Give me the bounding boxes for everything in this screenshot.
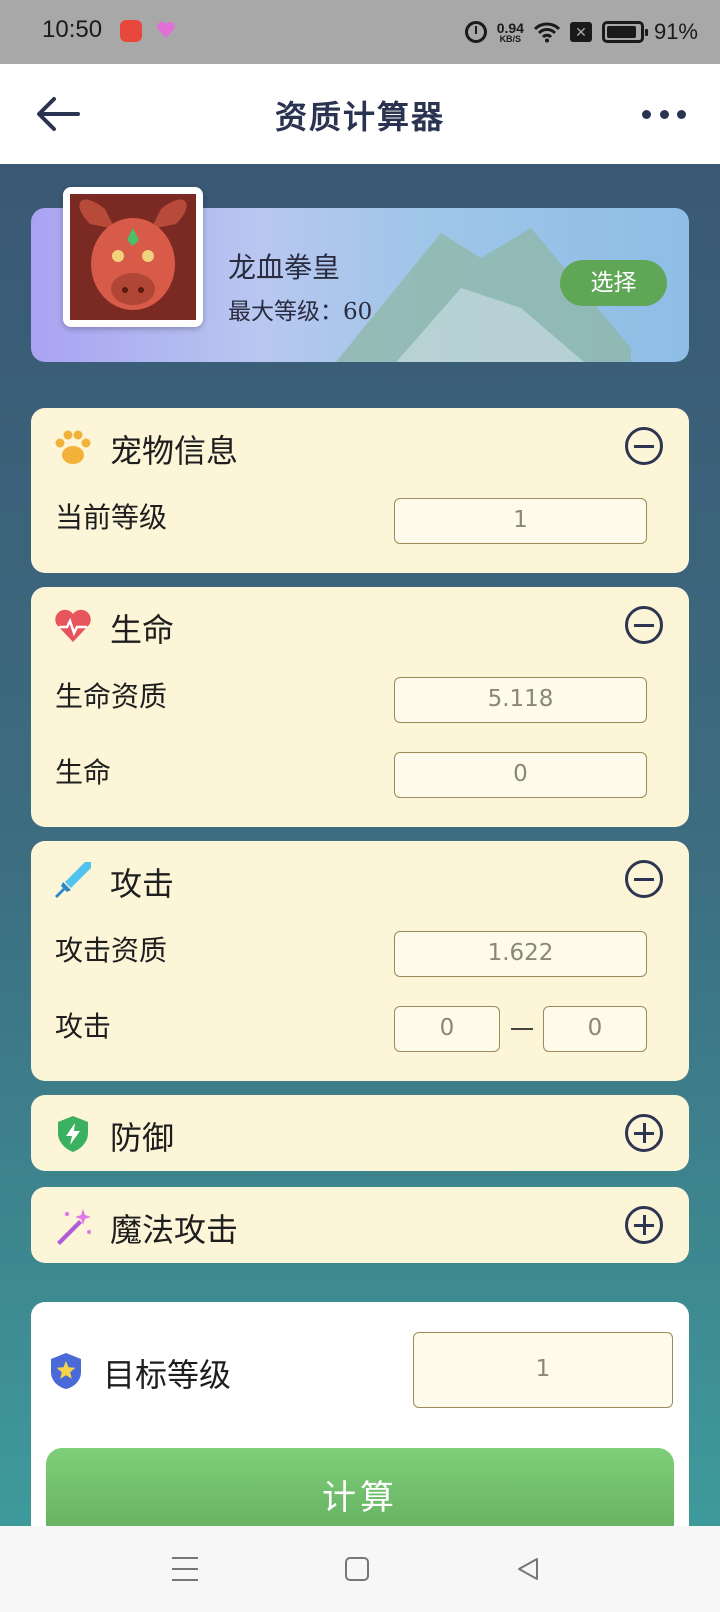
heart-app-icon bbox=[157, 21, 175, 38]
health-section: 生命 生命资质 5.118 生命 0 bbox=[31, 587, 689, 827]
pet-name: 龙血拳皇 bbox=[228, 251, 341, 284]
battery-icon bbox=[601, 21, 648, 43]
pet-info-title: 宠物信息 bbox=[110, 432, 239, 470]
status-time: 10:50 bbox=[42, 16, 103, 43]
defense-section[interactable]: 防御 bbox=[31, 1095, 689, 1171]
attack-title: 攻击 bbox=[110, 865, 175, 903]
health-title: 生命 bbox=[110, 611, 175, 649]
main-content[interactable]: 选择 龙血拳皇 最大等级：60 宠物信息 当前等级 1 生命 生命资质 5.11… bbox=[0, 164, 720, 1526]
app-icon bbox=[120, 20, 142, 42]
attack-section: 攻击 攻击资质 1.622 攻击 0 0 bbox=[31, 841, 689, 1081]
attack-stat-label: 攻击 bbox=[55, 1010, 112, 1043]
collapse-icon[interactable] bbox=[625, 860, 663, 898]
attack-max-input[interactable]: 0 bbox=[543, 1006, 647, 1052]
pet-info-header[interactable]: 宠物信息 bbox=[31, 408, 689, 486]
attack-aptitude-input[interactable]: 1.622 bbox=[394, 931, 647, 977]
attack-min-input[interactable]: 0 bbox=[394, 1006, 500, 1052]
magic-attack-title: 魔法攻击 bbox=[110, 1211, 239, 1249]
page-title: 资质计算器 bbox=[274, 98, 445, 136]
alarm-icon bbox=[464, 21, 487, 43]
net-speed-value: 0.94 bbox=[496, 19, 524, 36]
top-app-bar: 资质计算器 bbox=[0, 64, 720, 164]
net-speed: 0.94 KB/S bbox=[497, 21, 524, 44]
target-level-input[interactable]: 1 bbox=[413, 1332, 673, 1408]
select-pet-button[interactable]: 选择 bbox=[560, 260, 667, 306]
status-bar: 10:50 0.94 KB/S ✕ 91% bbox=[0, 0, 720, 64]
range-dash bbox=[511, 1028, 533, 1030]
current-level-label: 当前等级 bbox=[55, 501, 168, 534]
paw-icon bbox=[55, 430, 91, 464]
sword-icon bbox=[55, 862, 91, 898]
collapse-icon[interactable] bbox=[625, 427, 663, 465]
battery-percent: 91% bbox=[653, 19, 698, 44]
home-icon[interactable] bbox=[345, 1557, 369, 1581]
target-level-label: 目标等级 bbox=[103, 1356, 232, 1394]
battery-fill bbox=[606, 26, 637, 38]
star-badge-icon bbox=[51, 1353, 81, 1389]
attack-aptitude-label: 攻击资质 bbox=[55, 934, 168, 967]
defense-header[interactable]: 防御 bbox=[31, 1095, 689, 1173]
pet-info-section: 宠物信息 当前等级 1 bbox=[31, 408, 689, 573]
system-navigation-bar bbox=[0, 1526, 720, 1612]
recent-apps-icon[interactable] bbox=[172, 1557, 198, 1581]
pet-portrait-image bbox=[70, 194, 196, 320]
expand-icon[interactable] bbox=[625, 1206, 663, 1244]
magic-wand-icon bbox=[57, 1209, 91, 1245]
pet-max-level: 最大等级：60 bbox=[228, 299, 373, 325]
health-stat-input[interactable]: 0 bbox=[394, 752, 647, 798]
net-speed-unit: KB/S bbox=[499, 33, 522, 44]
health-stat-label: 生命 bbox=[55, 756, 112, 789]
more-icon[interactable] bbox=[642, 104, 686, 124]
sim-icon: ✕ bbox=[569, 22, 592, 42]
heart-icon bbox=[55, 609, 91, 642]
current-level-input[interactable]: 1 bbox=[394, 498, 647, 544]
target-level-panel: 目标等级 1 计算 bbox=[31, 1302, 689, 1526]
magic-attack-section[interactable]: 魔法攻击 bbox=[31, 1187, 689, 1263]
shield-icon bbox=[58, 1116, 88, 1152]
status-indicators: 0.94 KB/S ✕ 91% bbox=[464, 16, 698, 48]
defense-title: 防御 bbox=[110, 1119, 175, 1157]
health-aptitude-label: 生命资质 bbox=[55, 680, 168, 713]
attack-header[interactable]: 攻击 bbox=[31, 841, 689, 919]
wifi-icon bbox=[533, 22, 560, 43]
back-triangle-icon[interactable] bbox=[515, 1556, 541, 1582]
collapse-icon[interactable] bbox=[625, 606, 663, 644]
magic-attack-header[interactable]: 魔法攻击 bbox=[31, 1187, 689, 1265]
pet-avatar bbox=[63, 187, 203, 327]
calculate-button[interactable]: 计算 bbox=[46, 1448, 674, 1526]
health-header[interactable]: 生命 bbox=[31, 587, 689, 665]
health-aptitude-input[interactable]: 5.118 bbox=[394, 677, 647, 723]
expand-icon[interactable] bbox=[625, 1114, 663, 1152]
